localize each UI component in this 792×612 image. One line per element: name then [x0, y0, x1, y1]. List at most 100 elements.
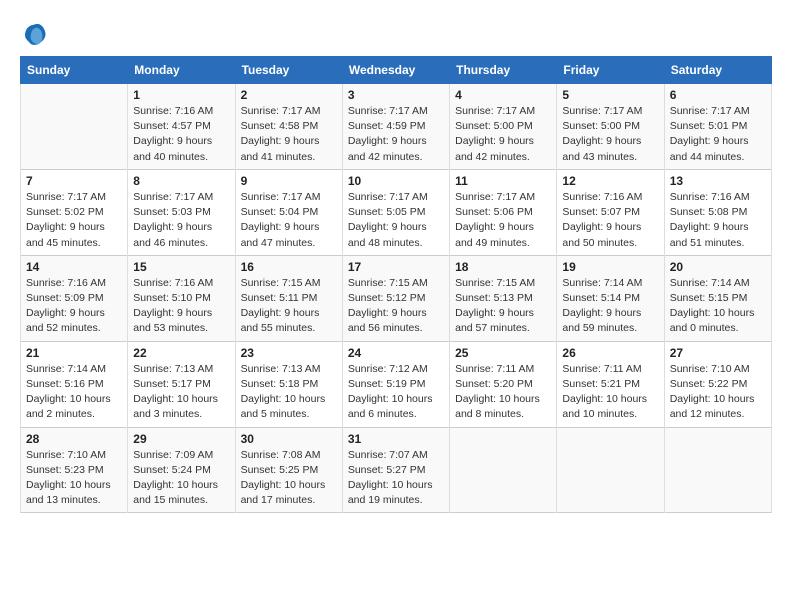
header-saturday: Saturday — [664, 57, 771, 84]
day-info: Sunrise: 7:17 AM Sunset: 5:01 PM Dayligh… — [670, 104, 766, 165]
day-info: Sunrise: 7:12 AM Sunset: 5:19 PM Dayligh… — [348, 362, 444, 423]
calendar-cell: 7 Sunrise: 7:17 AM Sunset: 5:02 PM Daylig… — [21, 169, 128, 255]
day-info: Sunrise: 7:17 AM Sunset: 4:58 PM Dayligh… — [241, 104, 337, 165]
day-info: Sunrise: 7:17 AM Sunset: 4:59 PM Dayligh… — [348, 104, 444, 165]
calendar-cell: 21 Sunrise: 7:14 AM Sunset: 5:16 PM Dayli… — [21, 341, 128, 427]
day-info: Sunrise: 7:17 AM Sunset: 5:05 PM Dayligh… — [348, 190, 444, 251]
calendar-cell: 11 Sunrise: 7:17 AM Sunset: 5:06 PM Dayli… — [450, 169, 557, 255]
header-sunday: Sunday — [21, 57, 128, 84]
day-number: 7 — [26, 174, 122, 188]
day-info: Sunrise: 7:17 AM Sunset: 5:03 PM Dayligh… — [133, 190, 229, 251]
calendar-cell: 27 Sunrise: 7:10 AM Sunset: 5:22 PM Dayli… — [664, 341, 771, 427]
calendar-cell: 10Sunrise: 7:17 AM Sunset: 5:05 PM Dayli… — [342, 169, 449, 255]
calendar-cell: 30Sunrise: 7:08 AM Sunset: 5:25 PM Dayli… — [235, 427, 342, 513]
day-info: Sunrise: 7:15 AM Sunset: 5:12 PM Dayligh… — [348, 276, 444, 337]
calendar-cell: 19 Sunrise: 7:14 AM Sunset: 5:14 PM Dayli… — [557, 255, 664, 341]
logo — [20, 20, 52, 48]
calendar-week-row: 1 Sunrise: 7:16 AM Sunset: 4:57 PM Daylig… — [21, 84, 772, 170]
calendar-cell: 4 Sunrise: 7:17 AM Sunset: 5:00 PM Daylig… — [450, 84, 557, 170]
calendar-cell: 12 Sunrise: 7:16 AM Sunset: 5:07 PM Dayli… — [557, 169, 664, 255]
calendar-cell: 2 Sunrise: 7:17 AM Sunset: 4:58 PM Daylig… — [235, 84, 342, 170]
calendar-cell: 17 Sunrise: 7:15 AM Sunset: 5:12 PM Dayli… — [342, 255, 449, 341]
calendar-cell — [664, 427, 771, 513]
calendar-cell: 25Sunrise: 7:11 AM Sunset: 5:20 PM Dayli… — [450, 341, 557, 427]
day-number: 2 — [241, 88, 337, 102]
calendar-cell: 9 Sunrise: 7:17 AM Sunset: 5:04 PM Daylig… — [235, 169, 342, 255]
calendar-cell: 28 Sunrise: 7:10 AM Sunset: 5:23 PM Dayli… — [21, 427, 128, 513]
day-number: 5 — [562, 88, 658, 102]
header-friday: Friday — [557, 57, 664, 84]
calendar-cell: 22Sunrise: 7:13 AM Sunset: 5:17 PM Dayli… — [128, 341, 235, 427]
day-info: Sunrise: 7:08 AM Sunset: 5:25 PM Dayligh… — [241, 448, 337, 509]
calendar-cell: 18 Sunrise: 7:15 AM Sunset: 5:13 PM Dayli… — [450, 255, 557, 341]
day-number: 25 — [455, 346, 551, 360]
day-number: 18 — [455, 260, 551, 274]
calendar-cell: 14 Sunrise: 7:16 AM Sunset: 5:09 PM Dayli… — [21, 255, 128, 341]
calendar-week-row: 21 Sunrise: 7:14 AM Sunset: 5:16 PM Dayli… — [21, 341, 772, 427]
day-info: Sunrise: 7:16 AM Sunset: 5:07 PM Dayligh… — [562, 190, 658, 251]
calendar-cell: 15 Sunrise: 7:16 AM Sunset: 5:10 PM Dayli… — [128, 255, 235, 341]
calendar-week-row: 28 Sunrise: 7:10 AM Sunset: 5:23 PM Dayli… — [21, 427, 772, 513]
logo-icon — [20, 20, 48, 48]
calendar-cell: 16 Sunrise: 7:15 AM Sunset: 5:11 PM Dayli… — [235, 255, 342, 341]
calendar-header-row: SundayMondayTuesdayWednesdayThursdayFrid… — [21, 57, 772, 84]
calendar-cell — [450, 427, 557, 513]
day-info: Sunrise: 7:16 AM Sunset: 5:09 PM Dayligh… — [26, 276, 122, 337]
day-info: Sunrise: 7:17 AM Sunset: 5:00 PM Dayligh… — [562, 104, 658, 165]
day-info: Sunrise: 7:14 AM Sunset: 5:16 PM Dayligh… — [26, 362, 122, 423]
day-number: 13 — [670, 174, 766, 188]
day-number: 16 — [241, 260, 337, 274]
day-number: 14 — [26, 260, 122, 274]
page-header — [20, 20, 772, 48]
day-info: Sunrise: 7:11 AM Sunset: 5:21 PM Dayligh… — [562, 362, 658, 423]
day-info: Sunrise: 7:15 AM Sunset: 5:11 PM Dayligh… — [241, 276, 337, 337]
day-info: Sunrise: 7:17 AM Sunset: 5:00 PM Dayligh… — [455, 104, 551, 165]
day-info: Sunrise: 7:16 AM Sunset: 4:57 PM Dayligh… — [133, 104, 229, 165]
day-number: 29 — [133, 432, 229, 446]
day-info: Sunrise: 7:17 AM Sunset: 5:06 PM Dayligh… — [455, 190, 551, 251]
calendar-week-row: 14 Sunrise: 7:16 AM Sunset: 5:09 PM Dayli… — [21, 255, 772, 341]
calendar-week-row: 7 Sunrise: 7:17 AM Sunset: 5:02 PM Daylig… — [21, 169, 772, 255]
header-monday: Monday — [128, 57, 235, 84]
calendar-cell: 23Sunrise: 7:13 AM Sunset: 5:18 PM Dayli… — [235, 341, 342, 427]
calendar-cell: 6 Sunrise: 7:17 AM Sunset: 5:01 PM Daylig… — [664, 84, 771, 170]
day-info: Sunrise: 7:14 AM Sunset: 5:14 PM Dayligh… — [562, 276, 658, 337]
day-info: Sunrise: 7:14 AM Sunset: 5:15 PM Dayligh… — [670, 276, 766, 337]
day-number: 19 — [562, 260, 658, 274]
day-info: Sunrise: 7:15 AM Sunset: 5:13 PM Dayligh… — [455, 276, 551, 337]
day-number: 23 — [241, 346, 337, 360]
calendar-cell: 24Sunrise: 7:12 AM Sunset: 5:19 PM Dayli… — [342, 341, 449, 427]
calendar-cell: 26 Sunrise: 7:11 AM Sunset: 5:21 PM Dayli… — [557, 341, 664, 427]
calendar-cell: 20 Sunrise: 7:14 AM Sunset: 5:15 PM Dayli… — [664, 255, 771, 341]
day-info: Sunrise: 7:10 AM Sunset: 5:23 PM Dayligh… — [26, 448, 122, 509]
day-number: 28 — [26, 432, 122, 446]
day-number: 15 — [133, 260, 229, 274]
day-number: 21 — [26, 346, 122, 360]
day-info: Sunrise: 7:16 AM Sunset: 5:08 PM Dayligh… — [670, 190, 766, 251]
calendar-cell: 29Sunrise: 7:09 AM Sunset: 5:24 PM Dayli… — [128, 427, 235, 513]
header-thursday: Thursday — [450, 57, 557, 84]
calendar-table: SundayMondayTuesdayWednesdayThursdayFrid… — [20, 56, 772, 513]
day-info: Sunrise: 7:17 AM Sunset: 5:04 PM Dayligh… — [241, 190, 337, 251]
calendar-cell: 13 Sunrise: 7:16 AM Sunset: 5:08 PM Dayli… — [664, 169, 771, 255]
calendar-cell: 3Sunrise: 7:17 AM Sunset: 4:59 PM Daylig… — [342, 84, 449, 170]
day-number: 17 — [348, 260, 444, 274]
day-number: 4 — [455, 88, 551, 102]
day-info: Sunrise: 7:13 AM Sunset: 5:17 PM Dayligh… — [133, 362, 229, 423]
calendar-cell — [21, 84, 128, 170]
calendar-cell: 8 Sunrise: 7:17 AM Sunset: 5:03 PM Daylig… — [128, 169, 235, 255]
day-number: 20 — [670, 260, 766, 274]
day-number: 12 — [562, 174, 658, 188]
header-tuesday: Tuesday — [235, 57, 342, 84]
day-number: 11 — [455, 174, 551, 188]
day-number: 6 — [670, 88, 766, 102]
day-number: 1 — [133, 88, 229, 102]
day-info: Sunrise: 7:07 AM Sunset: 5:27 PM Dayligh… — [348, 448, 444, 509]
day-info: Sunrise: 7:17 AM Sunset: 5:02 PM Dayligh… — [26, 190, 122, 251]
day-info: Sunrise: 7:16 AM Sunset: 5:10 PM Dayligh… — [133, 276, 229, 337]
day-number: 26 — [562, 346, 658, 360]
day-number: 27 — [670, 346, 766, 360]
day-info: Sunrise: 7:10 AM Sunset: 5:22 PM Dayligh… — [670, 362, 766, 423]
day-number: 9 — [241, 174, 337, 188]
day-number: 8 — [133, 174, 229, 188]
